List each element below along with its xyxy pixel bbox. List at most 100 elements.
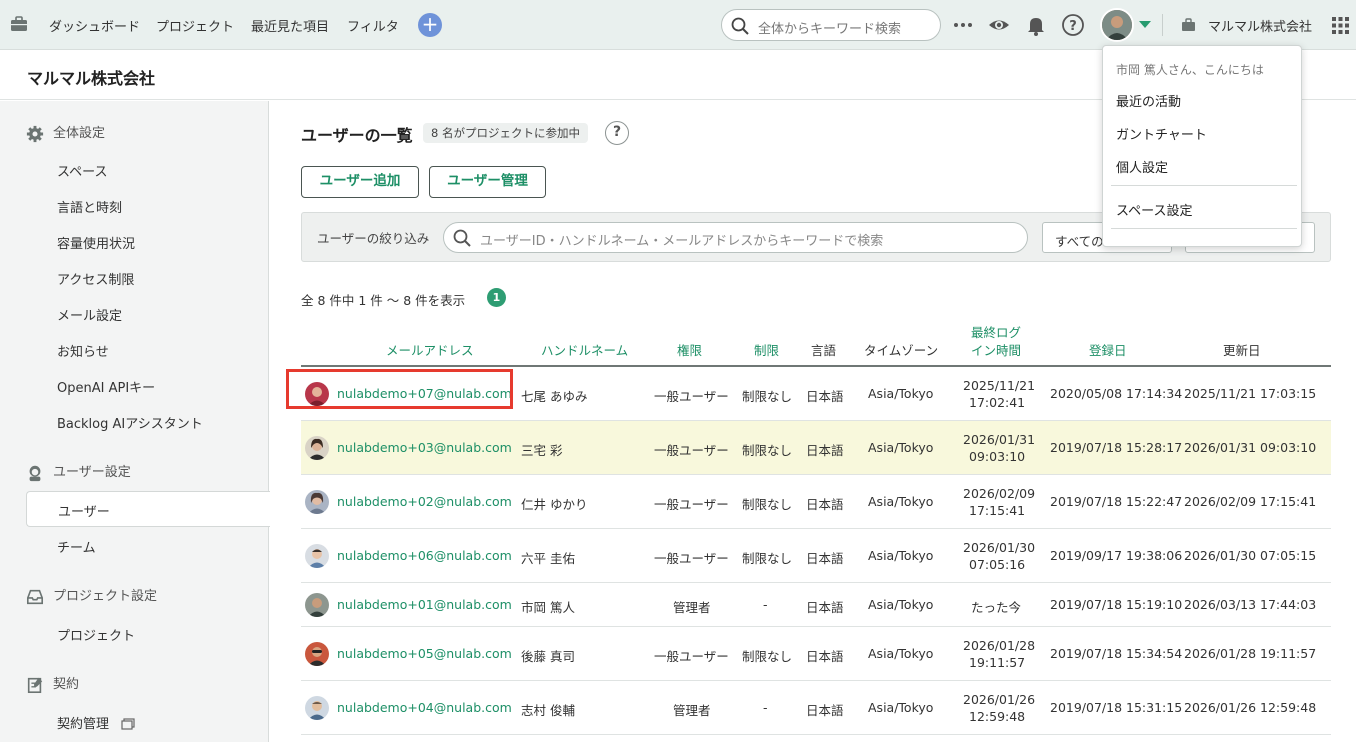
- user-registered: 2019/07/18 15:22:47: [1050, 494, 1183, 509]
- avatar: [305, 642, 329, 666]
- user-last-login: たった今: [971, 600, 1022, 615]
- briefcase-icon: [1182, 18, 1195, 31]
- sidebar-item-project[interactable]: プロジェクト: [57, 625, 135, 644]
- table-row: nulabdemo+02@nulab.com 仁井 ゆかり 一般ユーザー 制限な…: [301, 475, 1331, 529]
- user-timezone: Asia/Tokyo: [868, 440, 934, 455]
- user-role: 一般ユーザー: [654, 551, 729, 566]
- result-count: 全 8 件中 1 件 〜 8 件を表示: [301, 293, 466, 308]
- menu-item-personal-settings[interactable]: 個人設定: [1116, 157, 1168, 176]
- apps-grid-icon[interactable]: [1332, 17, 1349, 34]
- briefcase-icon[interactable]: [10, 16, 28, 32]
- column-header-timezone: タイムゾーン: [864, 343, 939, 358]
- user-updated: 2026/01/26 12:59:48: [1184, 700, 1317, 715]
- user-handle: 後藤 真司: [521, 649, 575, 664]
- user-last-login-time: 17:15:41: [969, 503, 1026, 518]
- sidebar-item-notices[interactable]: お知らせ: [57, 341, 109, 360]
- avatar: [305, 544, 329, 568]
- user-updated: 2026/02/09 17:15:41: [1184, 494, 1317, 509]
- menu-item-space-settings[interactable]: スペース設定: [1116, 200, 1192, 219]
- gear-icon: [26, 125, 44, 142]
- column-header-handle[interactable]: ハンドルネーム: [541, 340, 628, 359]
- top-bar: ダッシュボード プロジェクト 最近見た項目 フィルタ + 全体からキーワード検索…: [0, 0, 1356, 50]
- member-count-badge: 8 名がプロジェクトに参加中: [423, 123, 588, 143]
- user-limit: -: [763, 700, 768, 715]
- menu-item-recent-activity[interactable]: 最近の活動: [1116, 91, 1181, 110]
- help-icon[interactable]: ?: [605, 121, 629, 145]
- user-updated: 2025/11/21 17:03:15: [1184, 386, 1317, 401]
- user-search-input[interactable]: ユーザーID・ハンドルネーム・メールアドレスからキーワードで検索: [443, 222, 1028, 253]
- user-role: 一般ユーザー: [654, 649, 729, 664]
- sidebar-item-access-control[interactable]: アクセス制限: [57, 269, 134, 288]
- user-email-link[interactable]: nulabdemo+06@nulab.com: [337, 548, 512, 563]
- column-header-limit[interactable]: 制限: [754, 340, 779, 359]
- user-role: 管理者: [673, 703, 711, 718]
- user-registered: 2019/07/18 15:28:17: [1050, 440, 1183, 455]
- user-registered: 2020/05/08 17:14:34: [1050, 386, 1183, 401]
- user-updated: 2026/03/13 17:44:03: [1184, 597, 1317, 612]
- table-row: nulabdemo+03@nulab.com 三宅 彩 一般ユーザー 制限なし …: [301, 421, 1331, 475]
- user-language: 日本語: [806, 649, 844, 664]
- avatar: [305, 696, 329, 720]
- user-email-link[interactable]: nulabdemo+02@nulab.com: [337, 494, 512, 509]
- user-registered: 2019/07/18 15:31:15: [1050, 700, 1183, 715]
- sidebar-item-language-time[interactable]: 言語と時刻: [57, 197, 122, 216]
- table-row: nulabdemo+04@nulab.com 志村 俊輔 管理者 - 日本語 A…: [301, 681, 1331, 735]
- help-icon[interactable]: ?: [1061, 13, 1085, 37]
- user-language: 日本語: [806, 497, 844, 512]
- user-limit: 制限なし: [742, 649, 793, 664]
- sidebar-section-projects: プロジェクト設定: [25, 585, 157, 606]
- avatar[interactable]: [1100, 8, 1134, 42]
- column-header-registered[interactable]: 登録日: [1089, 340, 1127, 359]
- page-number[interactable]: 1: [487, 288, 506, 307]
- column-header-last-login-2[interactable]: イン時間: [971, 340, 1021, 359]
- user-handle: 市岡 篤人: [521, 600, 575, 615]
- chevron-down-icon[interactable]: [1139, 21, 1151, 28]
- sidebar-item-storage[interactable]: 容量使用状況: [57, 233, 135, 252]
- page-title: マルマル株式会社: [27, 69, 156, 88]
- sidebar-item-teams[interactable]: チーム: [57, 537, 96, 556]
- user-email-link[interactable]: nulabdemo+04@nulab.com: [337, 700, 512, 715]
- column-header-role[interactable]: 権限: [677, 340, 702, 359]
- sidebar-item-space[interactable]: スペース: [57, 161, 107, 180]
- global-search-input[interactable]: 全体からキーワード検索: [721, 9, 941, 41]
- user-email-link[interactable]: nulabdemo+05@nulab.com: [337, 646, 512, 661]
- search-icon: [731, 17, 749, 35]
- nav-recent-items[interactable]: 最近見た項目: [251, 16, 329, 35]
- sidebar-item-ai-assistant[interactable]: Backlog AIアシスタント: [57, 413, 203, 432]
- user-registered: 2019/09/17 19:38:06: [1050, 548, 1183, 563]
- column-header-last-login-1[interactable]: 最終ログ: [971, 322, 1021, 341]
- sidebar-item-contract-management[interactable]: 契約管理: [57, 713, 135, 732]
- plus-icon[interactable]: +: [418, 13, 442, 37]
- user-email-link[interactable]: nulabdemo+01@nulab.com: [337, 597, 512, 612]
- column-header-email[interactable]: メールアドレス: [386, 340, 474, 359]
- nav-filter[interactable]: フィルタ: [347, 16, 399, 35]
- more-icon[interactable]: [951, 13, 975, 37]
- menu-divider: [1111, 228, 1297, 229]
- nav-dashboard[interactable]: ダッシュボード: [49, 16, 140, 35]
- user-limit: 制限なし: [742, 551, 793, 566]
- nav-projects[interactable]: プロジェクト: [156, 16, 234, 35]
- organization-name[interactable]: マルマル株式会社: [1208, 16, 1312, 35]
- user-limit: -: [763, 597, 768, 612]
- user-last-login-date: 2026/01/31: [963, 432, 1036, 447]
- user-updated: 2026/01/30 07:05:15: [1184, 548, 1317, 563]
- user-timezone: Asia/Tokyo: [868, 597, 934, 612]
- bell-icon[interactable]: [1024, 13, 1048, 37]
- user-role: 管理者: [673, 600, 711, 615]
- sidebar-item-mail[interactable]: メール設定: [57, 305, 122, 324]
- user-handle: 七尾 あゆみ: [521, 389, 588, 404]
- sidebar-item-users[interactable]: ユーザー: [26, 491, 270, 527]
- sidebar-item-openai[interactable]: OpenAI APIキー: [57, 377, 155, 396]
- eye-icon[interactable]: [987, 13, 1011, 37]
- user-language: 日本語: [806, 703, 844, 718]
- add-user-button[interactable]: ユーザー追加: [301, 166, 419, 198]
- user-handle: 志村 俊輔: [521, 703, 575, 718]
- user-email-link[interactable]: nulabdemo+03@nulab.com: [337, 440, 512, 455]
- avatar: [305, 436, 329, 460]
- user-limit: 制限なし: [742, 389, 793, 404]
- user-role: 一般ユーザー: [654, 389, 729, 404]
- manage-users-button[interactable]: ユーザー管理: [429, 166, 546, 198]
- user-last-login-time: 09:03:10: [969, 449, 1026, 464]
- user-timezone: Asia/Tokyo: [868, 494, 934, 509]
- menu-item-gantt-chart[interactable]: ガントチャート: [1116, 124, 1207, 143]
